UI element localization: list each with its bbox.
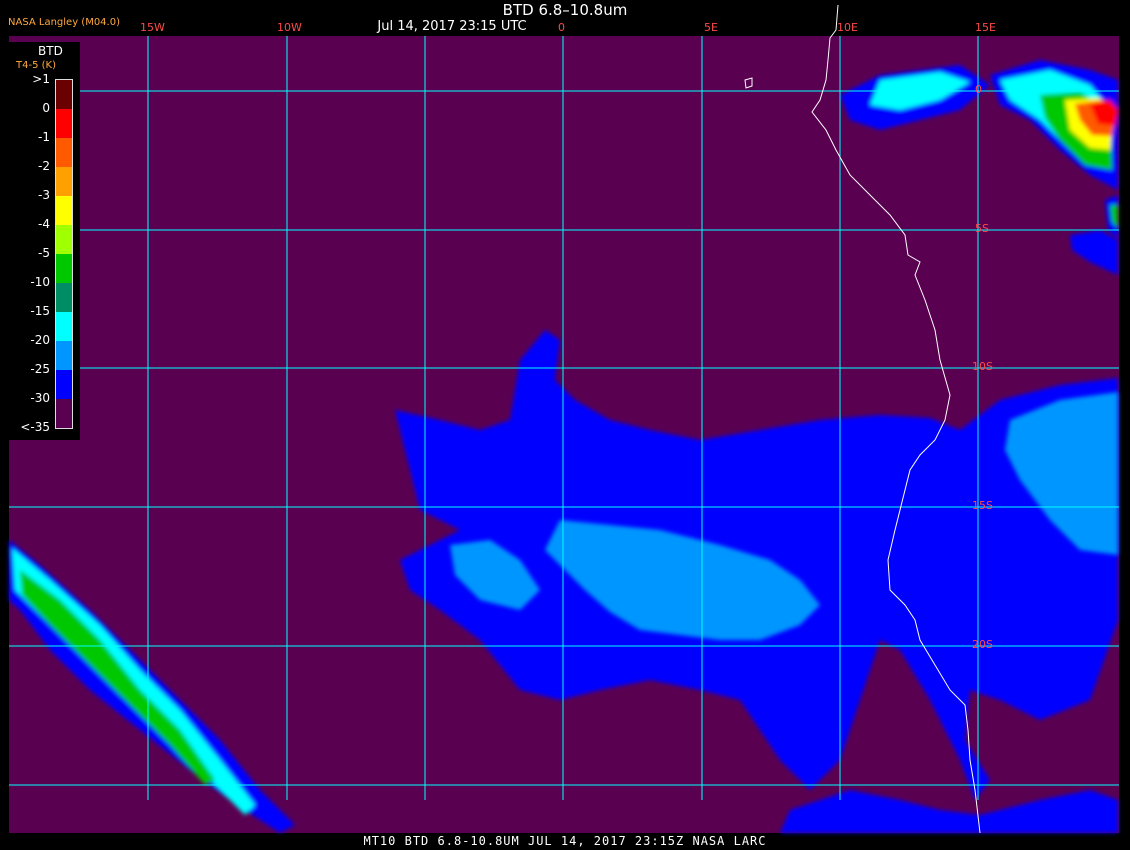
legend-label: -15 bbox=[30, 304, 50, 318]
lon-label-0: 0 bbox=[558, 21, 565, 34]
legend-label: -10 bbox=[30, 275, 50, 289]
lon-label-15w: 15W bbox=[140, 21, 165, 34]
lon-label-10w: 10W bbox=[277, 21, 302, 34]
legend-label: <-35 bbox=[20, 420, 50, 434]
lat-label-10s: 10S bbox=[972, 360, 993, 373]
legend-label: -20 bbox=[30, 333, 50, 347]
btd-map bbox=[9, 4, 1119, 834]
legend-label: -2 bbox=[38, 159, 50, 173]
lon-label-15e: 15E bbox=[975, 21, 996, 34]
lat-label-5s: 5S bbox=[975, 222, 989, 235]
legend-label: -1 bbox=[38, 130, 50, 144]
legend-label: 0 bbox=[42, 101, 50, 115]
legend-label: -4 bbox=[38, 217, 50, 231]
lon-label-10e: 10E bbox=[837, 21, 858, 34]
legend-title: BTD bbox=[38, 44, 63, 58]
lat-label-0: 0 bbox=[975, 83, 982, 96]
satellite-image-frame: NASA Langley (M04.0) BTD 6.8–10.8um Jul … bbox=[0, 0, 1130, 850]
lat-label-20s: 20S bbox=[972, 638, 993, 651]
color-legend: BTD T4-5 (K) >1 0 -1 -2 -3 -4 -5 -10 -15 -20 -25 -3… bbox=[8, 42, 80, 440]
image-footer: MT10 BTD 6.8-10.8UM JUL 14, 2017 23:15Z … bbox=[363, 834, 767, 848]
legend-label: -25 bbox=[30, 362, 50, 376]
legend-label: -3 bbox=[38, 188, 50, 202]
image-title: BTD 6.8–10.8um bbox=[502, 1, 628, 19]
legend-subtitle: T4-5 (K) bbox=[16, 60, 56, 71]
legend-border bbox=[55, 79, 73, 429]
legend-label: >1 bbox=[32, 72, 50, 86]
lat-label-15s: 15S bbox=[972, 499, 993, 512]
lon-label-5e: 5E bbox=[704, 21, 718, 34]
legend-label: -5 bbox=[38, 246, 50, 260]
legend-label: -30 bbox=[30, 391, 50, 405]
